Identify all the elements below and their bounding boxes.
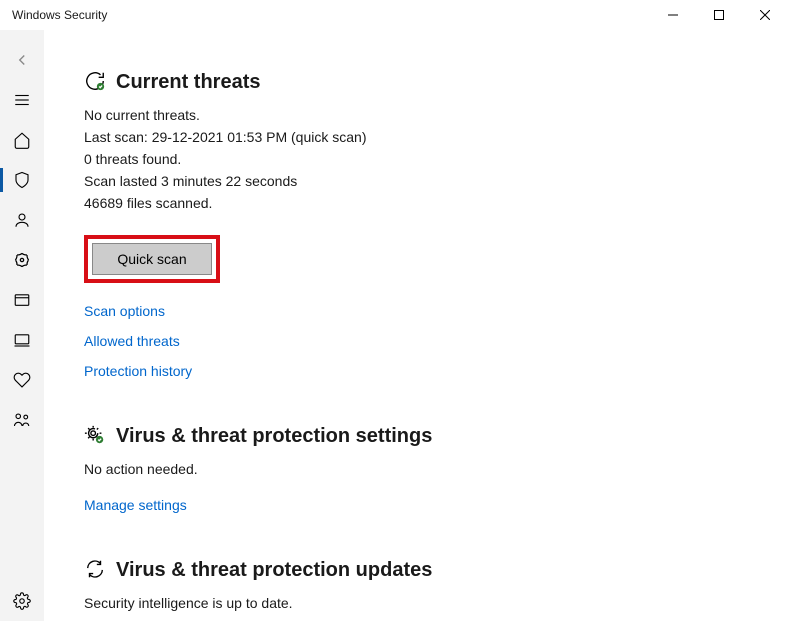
quick-scan-highlight: Quick scan [84,235,220,283]
updates-status-text: Security intelligence is up to date. [84,593,758,613]
settings-status-text: No action needed. [84,459,758,479]
protection-updates-section: Virus & threat protection updates Securi… [84,558,758,613]
settings-title: Virus & threat protection settings [116,425,432,448]
no-threats-text: No current threats. [84,105,758,125]
sidebar-home[interactable] [0,120,44,160]
scan-duration-text: Scan lasted 3 minutes 22 seconds [84,171,758,191]
back-button[interactable] [0,40,44,80]
menu-button[interactable] [0,80,44,120]
protection-history-link[interactable]: Protection history [84,363,758,379]
scan-icon [84,70,106,95]
sidebar-firewall[interactable] [0,240,44,280]
threats-found-text: 0 threats found. [84,149,758,169]
window-controls [650,0,788,30]
update-icon [84,558,106,583]
window-title: Windows Security [12,8,107,22]
close-button[interactable] [742,0,788,30]
sidebar-app-browser[interactable] [0,280,44,320]
content-area: Current threats No current threats. Last… [44,30,788,621]
scan-options-link[interactable]: Scan options [84,303,758,319]
allowed-threats-link[interactable]: Allowed threats [84,333,758,349]
files-scanned-text: 46689 files scanned. [84,193,758,213]
sidebar [0,30,44,621]
minimize-button[interactable] [650,0,696,30]
sidebar-virus-protection[interactable] [0,160,44,200]
titlebar: Windows Security [0,0,788,30]
protection-settings-section: Virus & threat protection settings No ac… [84,424,758,513]
last-scan-text: Last scan: 29-12-2021 01:53 PM (quick sc… [84,127,758,147]
maximize-button[interactable] [696,0,742,30]
sidebar-family-options[interactable] [0,400,44,440]
settings-gear-icon [84,424,106,449]
current-threats-section: Current threats No current threats. Last… [84,70,758,379]
manage-settings-link[interactable]: Manage settings [84,497,758,513]
quick-scan-button[interactable]: Quick scan [92,243,212,275]
updates-title: Virus & threat protection updates [116,559,432,582]
threats-title: Current threats [116,71,260,94]
sidebar-account-protection[interactable] [0,200,44,240]
sidebar-settings[interactable] [0,581,44,621]
sidebar-device-security[interactable] [0,320,44,360]
sidebar-device-performance[interactable] [0,360,44,400]
